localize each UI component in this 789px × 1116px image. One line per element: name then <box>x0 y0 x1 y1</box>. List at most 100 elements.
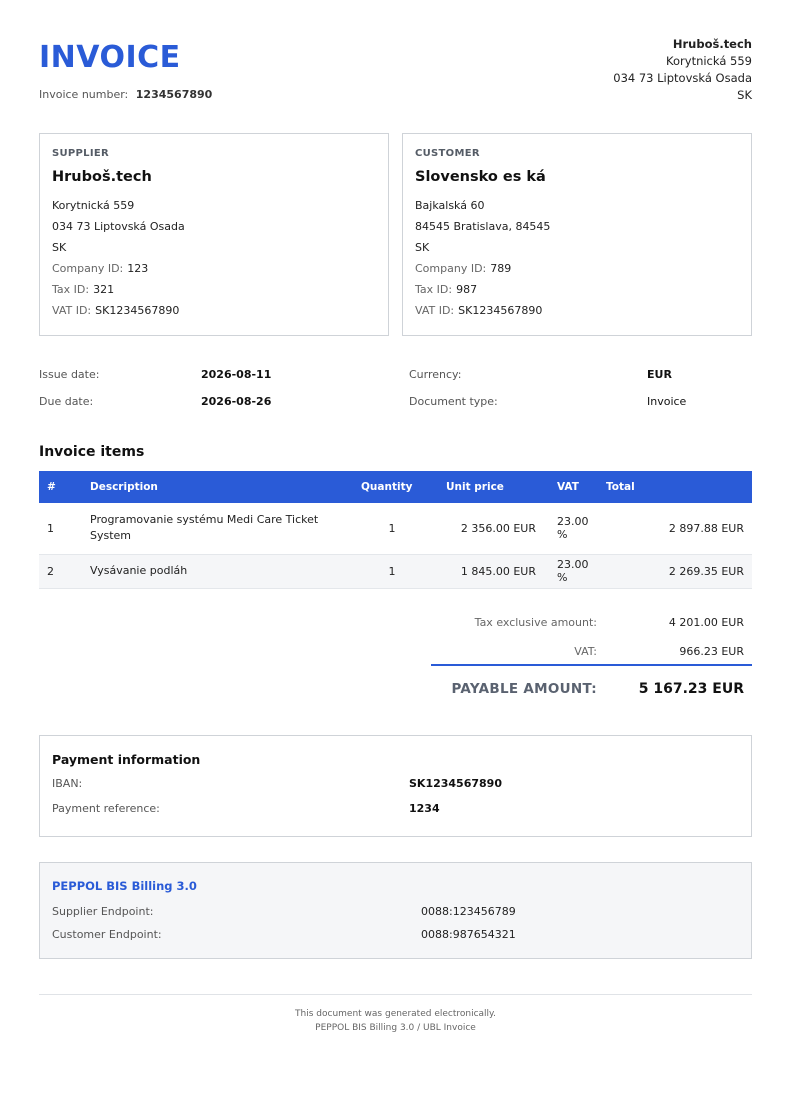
footer-line-1: This document was generated electronical… <box>295 1009 496 1019</box>
invoice-number-value: 1234567890 <box>135 88 213 101</box>
customer-street: Bajkalská 60 <box>415 199 485 212</box>
item-total: 2 269.35 EUR <box>598 554 752 589</box>
item-description: Vysávanie podláh <box>90 554 352 589</box>
footer-line-2: PEPPOL BIS Billing 3.0 / UBL Invoice <box>315 1023 476 1033</box>
customer-endpoint-value: 0088:987654321 <box>421 928 516 941</box>
customer-city: 84545 Bratislava, 84545 <box>415 220 551 233</box>
issuer-street: Korytnická 559 <box>666 54 752 68</box>
supplier-tax-id: Tax ID: 321 <box>52 279 376 300</box>
supplier-endpoint-row: Supplier Endpoint: 0088:123456789 <box>52 905 739 928</box>
customer-endpoint-label: Customer Endpoint: <box>52 928 162 941</box>
invoice-meta: Issue date: 2026-08-11 Currency: EUR Due… <box>39 368 752 422</box>
vat-total-label: VAT: <box>574 645 597 658</box>
payment-info-title: Payment information <box>52 752 201 767</box>
supplier-vat-id-label: VAT ID: <box>52 304 92 317</box>
col-header-quantity: Quantity <box>352 471 432 503</box>
supplier-box: SUPPLIER Hruboš.tech Korytnická 559 034 … <box>39 133 389 336</box>
items-table: # Description Quantity Unit price VAT To… <box>39 471 752 589</box>
customer-label: CUSTOMER <box>415 148 480 159</box>
peppol-title: PEPPOL BIS Billing 3.0 <box>52 879 197 893</box>
item-unit-price: 2 356.00 EUR <box>432 503 536 555</box>
customer-details: Bajkalská 60 84545 Bratislava, 84545 SK … <box>415 195 739 321</box>
doc-type-value: Invoice <box>647 395 687 408</box>
item-number: 1 <box>39 503 90 555</box>
tax-exclusive-value: 4 201.00 EUR <box>668 616 744 629</box>
supplier-label: SUPPLIER <box>52 148 110 159</box>
meta-row-2: Due date: 2026-08-26 Document type: Invo… <box>39 395 752 422</box>
issuer-address: Hruboš.tech Korytnická 559 034 73 Liptov… <box>613 36 752 104</box>
payment-reference-value: 1234 <box>409 802 440 815</box>
supplier-endpoint-value: 0088:123456789 <box>421 905 516 918</box>
footer-divider <box>39 994 752 995</box>
items-title: Invoice items <box>39 444 145 460</box>
customer-vat-id-label: VAT ID: <box>415 304 455 317</box>
currency-label: Currency: <box>409 368 462 381</box>
item-number: 2 <box>39 554 90 589</box>
iban-label: IBAN: <box>52 777 83 790</box>
col-header-description: Description <box>90 471 352 503</box>
supplier-company-id-label: Company ID: <box>52 262 124 275</box>
customer-name: Slovensko es ká <box>415 169 546 185</box>
supplier-street: Korytnická 559 <box>52 199 135 212</box>
iban-row: IBAN: SK1234567890 <box>52 777 739 802</box>
customer-tax-id-label: Tax ID: <box>415 283 453 296</box>
col-header-total: Total <box>598 471 752 503</box>
doc-type-label: Document type: <box>409 395 498 408</box>
supplier-company-id-value: 123 <box>127 262 149 275</box>
customer-vat-id: VAT ID: SK1234567890 <box>415 300 739 321</box>
item-total: 2 897.88 EUR <box>598 503 752 555</box>
customer-vat-id-value: SK1234567890 <box>458 304 543 317</box>
supplier-company-id: Company ID: 123 <box>52 258 376 279</box>
supplier-country: SK <box>52 241 67 254</box>
customer-box: CUSTOMER Slovensko es ká Bajkalská 60 84… <box>402 133 752 336</box>
col-header-unit-price: Unit price <box>432 471 536 503</box>
table-row: 2 Vysávanie podláh 1 1 845.00 EUR 23.00 … <box>39 554 752 589</box>
col-header-vat: VAT <box>536 471 598 503</box>
issuer-name: Hruboš.tech <box>672 37 752 51</box>
totals-divider <box>431 664 752 666</box>
iban-value: SK1234567890 <box>409 777 502 790</box>
supplier-details: Korytnická 559 034 73 Liptovská Osada SK… <box>52 195 376 321</box>
vat-total-value: 966.23 EUR <box>679 645 744 658</box>
payment-reference-row: Payment reference: 1234 <box>52 802 739 827</box>
issuer-country: SK <box>737 88 752 102</box>
customer-tax-id: Tax ID: 987 <box>415 279 739 300</box>
peppol-box: PEPPOL BIS Billing 3.0 Supplier Endpoint… <box>39 862 752 959</box>
customer-tax-id-value: 987 <box>456 283 478 296</box>
invoice-title: INVOICE <box>39 40 181 75</box>
due-date-value: 2026-08-26 <box>201 395 272 408</box>
item-vat: 23.00 % <box>536 554 598 589</box>
invoice-number-label: Invoice number: <box>39 88 129 101</box>
supplier-tax-id-value: 321 <box>93 283 115 296</box>
payable-amount-label: PAYABLE AMOUNT: <box>451 681 597 697</box>
item-description: Programovanie systému Medi Care Ticket S… <box>90 503 352 555</box>
currency-value: EUR <box>647 368 672 381</box>
supplier-city: 034 73 Liptovská Osada <box>52 220 185 233</box>
tax-exclusive-label: Tax exclusive amount: <box>474 616 597 629</box>
supplier-vat-id: VAT ID: SK1234567890 <box>52 300 376 321</box>
invoice-number-line: Invoice number: 1234567890 <box>39 88 212 101</box>
payable-amount-value: 5 167.23 EUR <box>638 681 744 697</box>
item-quantity: 1 <box>352 554 432 589</box>
customer-company-id-value: 789 <box>490 262 512 275</box>
item-vat: 23.00 % <box>536 503 598 555</box>
due-date-label: Due date: <box>39 395 94 408</box>
customer-endpoint-row: Customer Endpoint: 0088:987654321 <box>52 928 739 951</box>
supplier-endpoint-label: Supplier Endpoint: <box>52 905 154 918</box>
item-unit-price: 1 845.00 EUR <box>432 554 536 589</box>
customer-company-id-label: Company ID: <box>415 262 487 275</box>
items-header-row: # Description Quantity Unit price VAT To… <box>39 471 752 503</box>
supplier-name: Hruboš.tech <box>52 169 152 185</box>
supplier-tax-id-label: Tax ID: <box>52 283 90 296</box>
issue-date-value: 2026-08-11 <box>201 368 272 381</box>
payment-reference-label: Payment reference: <box>52 802 160 815</box>
issue-date-label: Issue date: <box>39 368 100 381</box>
col-header-number: # <box>39 471 90 503</box>
supplier-vat-id-value: SK1234567890 <box>95 304 180 317</box>
invoice-page: INVOICE Invoice number: 1234567890 Hrubo… <box>39 0 752 1116</box>
payment-info-box: Payment information IBAN: SK1234567890 P… <box>39 735 752 837</box>
footer: This document was generated electronical… <box>39 1007 752 1035</box>
customer-country: SK <box>415 241 430 254</box>
item-quantity: 1 <box>352 503 432 555</box>
table-row: 1 Programovanie systému Medi Care Ticket… <box>39 503 752 555</box>
